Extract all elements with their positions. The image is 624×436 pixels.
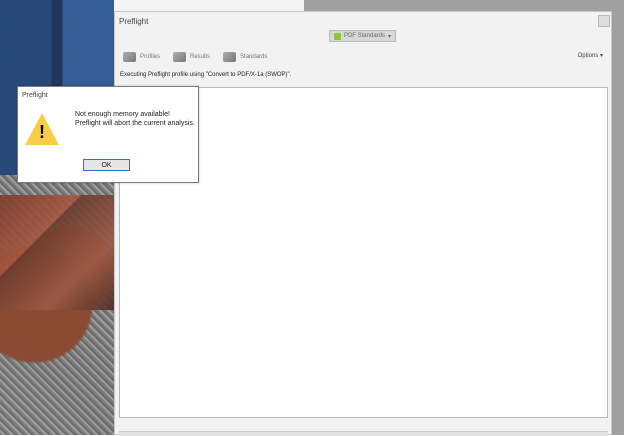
tab-results-label: Results: [190, 54, 211, 60]
background-photo: [0, 0, 114, 435]
pdf-standards-label: PDF Standards: [343, 33, 385, 39]
close-button[interactable]: [598, 15, 610, 27]
pdf-standards-dropdown[interactable]: PDF Standards ▾: [329, 30, 396, 42]
error-dialog: Preflight ! Not enough memory available!…: [17, 86, 199, 183]
tab-standards-label: Standards: [240, 54, 268, 60]
chevron-down-icon: ▾: [388, 33, 392, 40]
preflight-tabs: Profiles Results Standards: [123, 50, 267, 64]
bottom-bar: [119, 431, 608, 436]
tab-profiles[interactable]: Profiles: [123, 52, 160, 62]
chevron-down-icon: ▾: [599, 53, 603, 59]
window-shadow-right: [612, 14, 624, 435]
window-title: Preflight: [119, 17, 149, 26]
options-label: Options: [577, 53, 599, 59]
tab-profiles-label: Profiles: [140, 54, 161, 60]
preflight-window: Preflight PDF Standards ▾ Profiles Resul…: [114, 11, 612, 436]
ok-button[interactable]: OK: [83, 159, 130, 171]
results-icon: [173, 52, 187, 62]
warning-mark: !: [39, 122, 45, 142]
options-menu[interactable]: Options ▾: [578, 52, 603, 59]
status-message: Executing Preflight profile using "Conve…: [120, 72, 292, 78]
pdf-standards-icon: [333, 32, 341, 40]
dialog-message-line1: Not enough memory available!: [75, 111, 170, 118]
dialog-message-line2: Preflight will abort the current analysi…: [75, 120, 195, 127]
tab-results[interactable]: Results: [173, 52, 210, 62]
profiles-icon: [123, 52, 136, 62]
tab-standards[interactable]: Standards: [223, 52, 267, 62]
dialog-title: Preflight: [22, 92, 48, 99]
standards-icon: [223, 52, 237, 62]
